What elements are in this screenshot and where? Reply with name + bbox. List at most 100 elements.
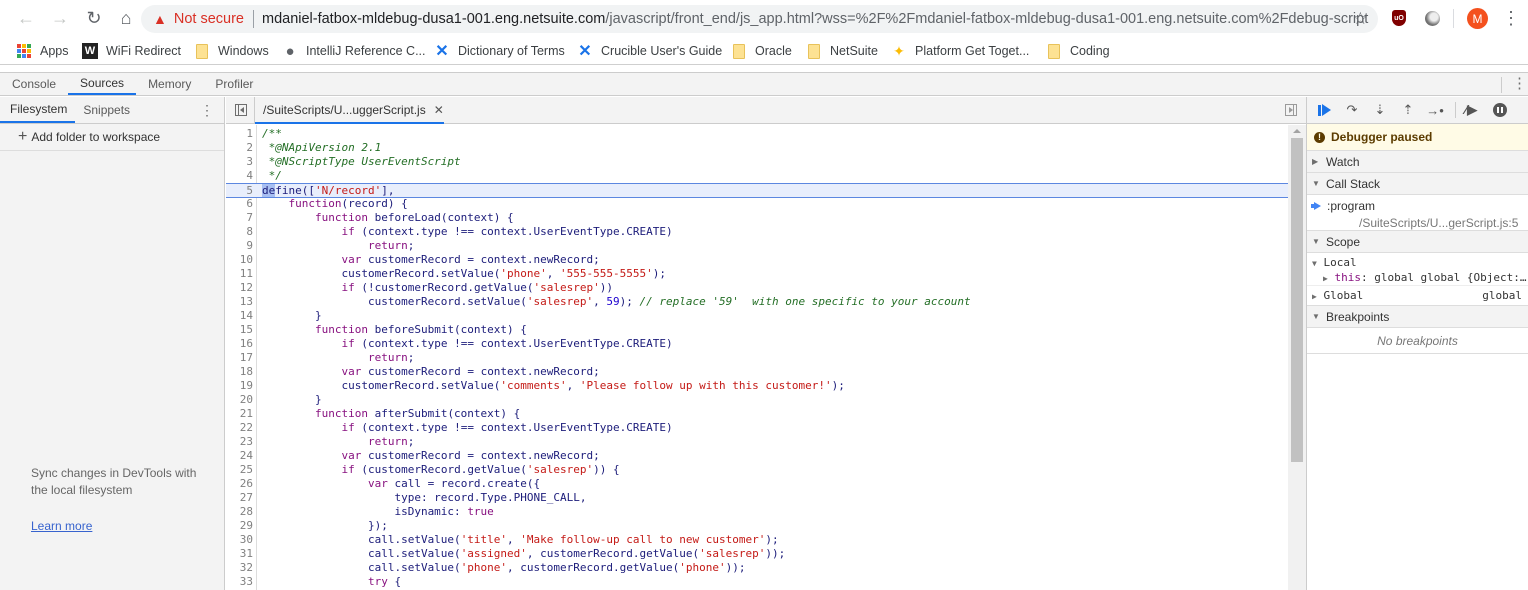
bookmark-wifi-redirect[interactable]: W WiFi Redirect (82, 37, 181, 65)
code-line[interactable]: 3 *@NScriptType UserEventScript (226, 155, 1288, 169)
code-line[interactable]: 4 */ (226, 169, 1288, 183)
code-line[interactable]: 1 /** (226, 127, 1288, 141)
reload-button[interactable]: ↻ (79, 4, 109, 34)
code-line[interactable]: 9 return; (226, 239, 1288, 253)
line-number[interactable]: 30 (226, 533, 253, 547)
bookmark-crucible[interactable]: ✕ Crucible User's Guide (577, 37, 722, 65)
code-line[interactable]: 24 var customerRecord = context.newRecor… (226, 449, 1288, 463)
code-line[interactable]: 14 } (226, 309, 1288, 323)
back-button[interactable]: ← (11, 4, 41, 34)
toggle-navigator-icon[interactable] (235, 104, 247, 116)
code-line[interactable]: 27 type: record.Type.PHONE_CALL, (226, 491, 1288, 505)
code-line[interactable]: 13 customerRecord.setValue('salesrep', 5… (226, 295, 1288, 309)
step-over-button[interactable]: ↷ (1344, 102, 1360, 118)
line-number[interactable]: 11 (226, 267, 253, 281)
bookmark-coding[interactable]: Coding (1046, 37, 1110, 65)
line-number[interactable]: 24 (226, 449, 253, 463)
line-number[interactable]: 31 (226, 547, 253, 561)
code-area[interactable]: 1/** 2 *@NApiVersion 2.1 3 *@NScriptType U… (226, 125, 1288, 590)
line-number[interactable]: 29 (226, 519, 253, 533)
line-number[interactable]: 21 (226, 407, 253, 421)
code-line[interactable]: 20 } (226, 393, 1288, 407)
extension-circle-icon[interactable] (1425, 11, 1440, 26)
profile-avatar[interactable]: M (1467, 8, 1488, 29)
line-number[interactable]: 33 (226, 575, 253, 589)
code-line-current[interactable]: 5 define(['N/record'], (226, 183, 1288, 198)
line-number[interactable]: 27 (226, 491, 253, 505)
line-number[interactable]: 6 (226, 197, 253, 211)
learn-more-link[interactable]: Learn more (31, 519, 92, 533)
line-number[interactable]: 18 (226, 365, 253, 379)
code-line[interactable]: 23 return; (226, 435, 1288, 449)
code-line[interactable]: 19 customerRecord.setValue('comments', '… (226, 379, 1288, 393)
home-button[interactable]: ⌂ (111, 4, 141, 34)
tab-memory[interactable]: Memory (136, 73, 203, 95)
scope-this[interactable]: ▶ this: global global {Object:… (1307, 270, 1528, 285)
line-number[interactable]: 28 (226, 505, 253, 519)
line-number[interactable]: 22 (226, 421, 253, 435)
bookmark-windows[interactable]: Windows (194, 37, 269, 65)
deactivate-breakpoints-button[interactable]: ⁄▶ (1463, 102, 1479, 118)
line-number[interactable]: 14 (226, 309, 253, 323)
code-line[interactable]: 31 call.setValue('assigned', customerRec… (226, 547, 1288, 561)
breakpoints-pane-header[interactable]: ▼ Breakpoints (1307, 306, 1528, 328)
line-number[interactable]: 5 (226, 184, 253, 197)
line-number[interactable]: 32 (226, 561, 253, 575)
file-tab[interactable]: /SuiteScripts/U...uggerScript.js ✕ (255, 97, 444, 124)
pause-on-exceptions-icon[interactable] (1493, 103, 1507, 117)
security-indicator[interactable]: Not secure (174, 11, 244, 27)
code-line[interactable]: 32 call.setValue('phone', customerRecord… (226, 561, 1288, 575)
line-number[interactable]: 7 (226, 211, 253, 225)
scope-global[interactable]: ▶ Global global (1307, 285, 1528, 305)
line-number[interactable]: 9 (226, 239, 253, 253)
code-line[interactable]: 12 if (!customerRecord.getValue('salesre… (226, 281, 1288, 295)
code-line[interactable]: 16 if (context.type !== context.UserEven… (226, 337, 1288, 351)
line-number[interactable]: 1 (226, 127, 253, 141)
code-line[interactable]: 2 *@NApiVersion 2.1 (226, 141, 1288, 155)
tab-snippets[interactable]: Snippets (75, 97, 138, 123)
code-line[interactable]: 17 return; (226, 351, 1288, 365)
code-line[interactable]: 25 if (customerRecord.getValue('salesrep… (226, 463, 1288, 477)
line-number[interactable]: 10 (226, 253, 253, 267)
code-line[interactable]: 8 if (context.type !== context.UserEvent… (226, 225, 1288, 239)
code-line[interactable]: 18 var customerRecord = context.newRecor… (226, 365, 1288, 379)
scroll-up-icon[interactable] (1293, 129, 1301, 133)
scope-local[interactable]: ▼ Local (1307, 255, 1528, 270)
line-number[interactable]: 19 (226, 379, 253, 393)
scrollbar-thumb[interactable] (1291, 138, 1303, 462)
code-line[interactable]: 15 function beforeSubmit(context) { (226, 323, 1288, 337)
step-button[interactable]: →• (1426, 102, 1444, 118)
line-number[interactable]: 8 (226, 225, 253, 239)
call-stack-pane-header[interactable]: ▼ Call Stack (1307, 173, 1528, 195)
tab-profiler[interactable]: Profiler (203, 73, 265, 95)
code-line[interactable]: 10 var customerRecord = context.newRecor… (226, 253, 1288, 267)
code-line[interactable]: 11 customerRecord.setValue('phone', '555… (226, 267, 1288, 281)
code-line[interactable]: 30 call.setValue('title', 'Make follow-u… (226, 533, 1288, 547)
browser-menu-icon[interactable]: ⋮ (1502, 7, 1520, 29)
bookmark-dictionary[interactable]: ✕ Dictionary of Terms (434, 37, 564, 65)
code-line[interactable]: 28 isDynamic: true (226, 505, 1288, 519)
line-number[interactable]: 12 (226, 281, 253, 295)
line-number[interactable]: 17 (226, 351, 253, 365)
ublock-extension-icon[interactable]: uO (1392, 10, 1406, 26)
code-line[interactable]: 7 function beforeLoad(context) { (226, 211, 1288, 225)
bookmark-oracle[interactable]: Oracle (731, 37, 792, 65)
line-number[interactable]: 4 (226, 169, 253, 183)
code-line[interactable]: 29 }); (226, 519, 1288, 533)
code-line[interactable]: 33 try { (226, 575, 1288, 589)
line-number[interactable]: 16 (226, 337, 253, 351)
step-into-button[interactable]: ⇣ (1372, 102, 1388, 118)
call-frame[interactable]: :program /SuiteScripts/U...gerScript.js:… (1307, 195, 1528, 231)
tab-filesystem[interactable]: Filesystem (0, 97, 76, 123)
bookmark-intellij[interactable]: ● IntelliJ Reference C... (282, 37, 425, 65)
line-number[interactable]: 3 (226, 155, 253, 169)
line-number[interactable]: 26 (226, 477, 253, 491)
address-bar[interactable]: ▲ Not secure mdaniel-fatbox-mldebug-dusa… (141, 5, 1378, 33)
editor-scrollbar[interactable] (1288, 125, 1306, 590)
toggle-debugger-icon[interactable] (1285, 104, 1297, 116)
code-line[interactable]: 21 function afterSubmit(context) { (226, 407, 1288, 421)
bookmark-platform[interactable]: ✦ Platform Get Toget... (891, 37, 1029, 65)
navigator-more-icon[interactable]: ⋮ (200, 101, 214, 119)
code-line[interactable]: 22 if (context.type !== context.UserEven… (226, 421, 1288, 435)
close-icon[interactable]: ✕ (434, 103, 444, 117)
